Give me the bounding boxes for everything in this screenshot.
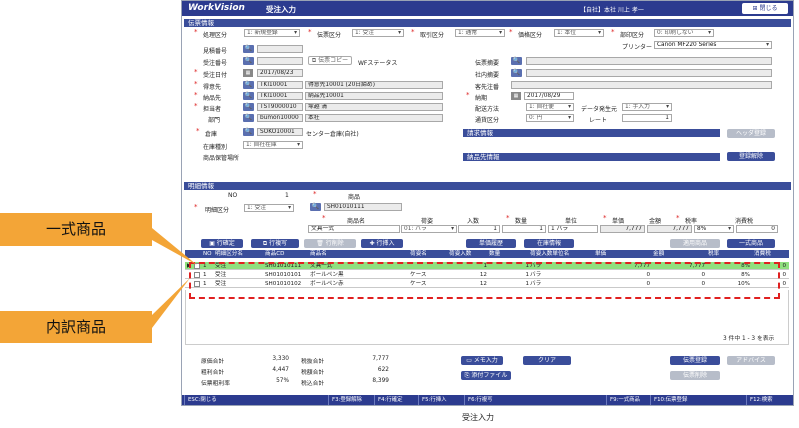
figure-caption: 受注入力 [462, 413, 494, 422]
arrow-breakdown [152, 278, 190, 328]
arrow-set [152, 228, 197, 265]
callout-arrows [152, 228, 197, 328]
